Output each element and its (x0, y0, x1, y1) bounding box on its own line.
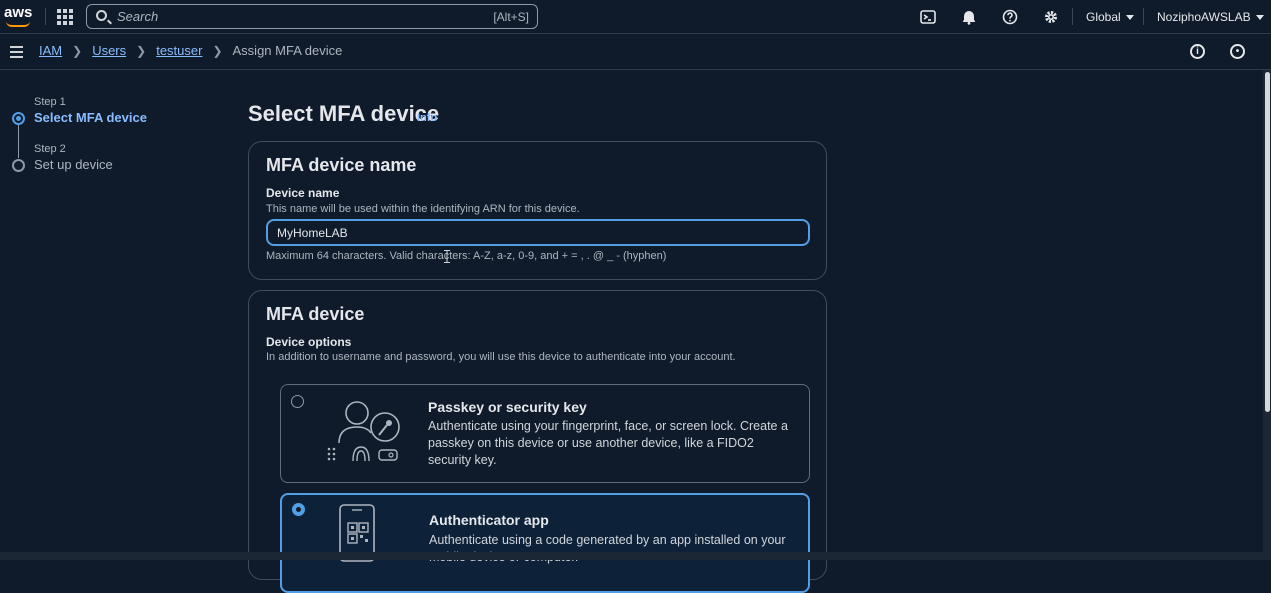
panel-title: MFA device (266, 304, 365, 324)
divider (45, 8, 46, 25)
device-name-input[interactable] (266, 219, 810, 246)
account-label: NoziphoAWSLAB (1157, 10, 1251, 24)
option-radio[interactable] (291, 395, 304, 408)
recorder-icon[interactable]: • (1230, 44, 1245, 59)
chevron-right-icon: ❯ (136, 43, 147, 58)
bottom-strip (0, 552, 1271, 560)
top-navigation: aws [Alt+S] Global NoziphoAWSLAB (0, 0, 1271, 34)
breadcrumb-users[interactable]: Users (92, 43, 126, 58)
chevron-right-icon: ❯ (212, 43, 223, 58)
menu-hamburger-icon[interactable] (10, 46, 23, 58)
step-connector (18, 125, 19, 158)
divider (1072, 8, 1073, 25)
step-1-number: Step 1 (34, 96, 66, 108)
step-1-label[interactable]: Select MFA device (34, 110, 147, 125)
search-shortcut: [Alt+S] (493, 10, 529, 24)
option-passkey[interactable]: Passkey or security key Authenticate usi… (280, 384, 810, 483)
text-cursor-icon (444, 250, 450, 263)
breadcrumb-iam[interactable]: IAM (39, 43, 62, 58)
search-input[interactable] (117, 8, 417, 25)
logo-smile-icon (6, 21, 30, 27)
panel-title: MFA device name (266, 155, 417, 175)
option-title: Authenticator app (429, 512, 549, 528)
option-radio-selected[interactable] (292, 503, 305, 516)
chevron-right-icon: ❯ (72, 43, 83, 58)
option-authenticator-app[interactable]: Authenticator app Authenticate using a c… (280, 493, 810, 593)
option-title: Passkey or security key (428, 399, 587, 415)
breadcrumb-current: Assign MFA device (232, 43, 343, 58)
device-options-description: In addition to username and password, yo… (266, 351, 736, 363)
breadcrumb-testuser[interactable]: testuser (156, 43, 202, 58)
option-description: Authenticate using your fingerprint, fac… (428, 419, 788, 467)
search-box[interactable]: [Alt+S] (86, 4, 538, 29)
passkey-icon (323, 397, 407, 468)
device-name-constraint: Maximum 64 characters. Valid characters:… (266, 250, 667, 262)
caret-down-icon (1125, 15, 1134, 21)
step-2-label: Set up device (34, 157, 113, 172)
help-icon[interactable] (1002, 9, 1018, 25)
divider (1143, 8, 1144, 25)
caret-down-icon (1255, 15, 1264, 21)
aws-logo[interactable]: aws (4, 4, 34, 28)
option-description: Authenticate using a code generated by a… (429, 533, 786, 564)
logo-text: aws (4, 4, 33, 21)
cloudshell-icon[interactable] (920, 9, 936, 25)
breadcrumb-bar: IAM ❯ Users ❯ testuser ❯ Assign MFA devi… (0, 34, 1271, 70)
info-link[interactable]: Info (417, 112, 437, 124)
region-selector[interactable]: Global (1086, 10, 1134, 24)
step-1-active-icon (12, 112, 25, 125)
mfa-device-name-panel: MFA device name Device name This name wi… (248, 141, 827, 280)
device-options-label: Device options (266, 335, 352, 349)
region-label: Global (1086, 10, 1121, 24)
mfa-device-panel: MFA device Device options In addition to… (248, 290, 827, 593)
step-2-number: Step 2 (34, 143, 66, 155)
info-panel-icon[interactable]: i (1190, 44, 1205, 59)
notifications-bell-icon[interactable] (961, 9, 977, 25)
settings-gear-icon[interactable] (1043, 9, 1059, 25)
device-name-description: This name will be used within the identi… (266, 203, 580, 215)
account-menu[interactable]: NoziphoAWSLAB (1157, 10, 1264, 24)
step-2-inactive-icon (12, 159, 25, 172)
search-icon (96, 10, 107, 21)
breadcrumb: IAM ❯ Users ❯ testuser ❯ Assign MFA devi… (39, 43, 342, 58)
page-title: Select MFA device (248, 101, 440, 126)
services-grid-icon[interactable] (57, 9, 73, 25)
device-name-label: Device name (266, 186, 340, 200)
scrollbar-thumb[interactable] (1265, 72, 1270, 412)
